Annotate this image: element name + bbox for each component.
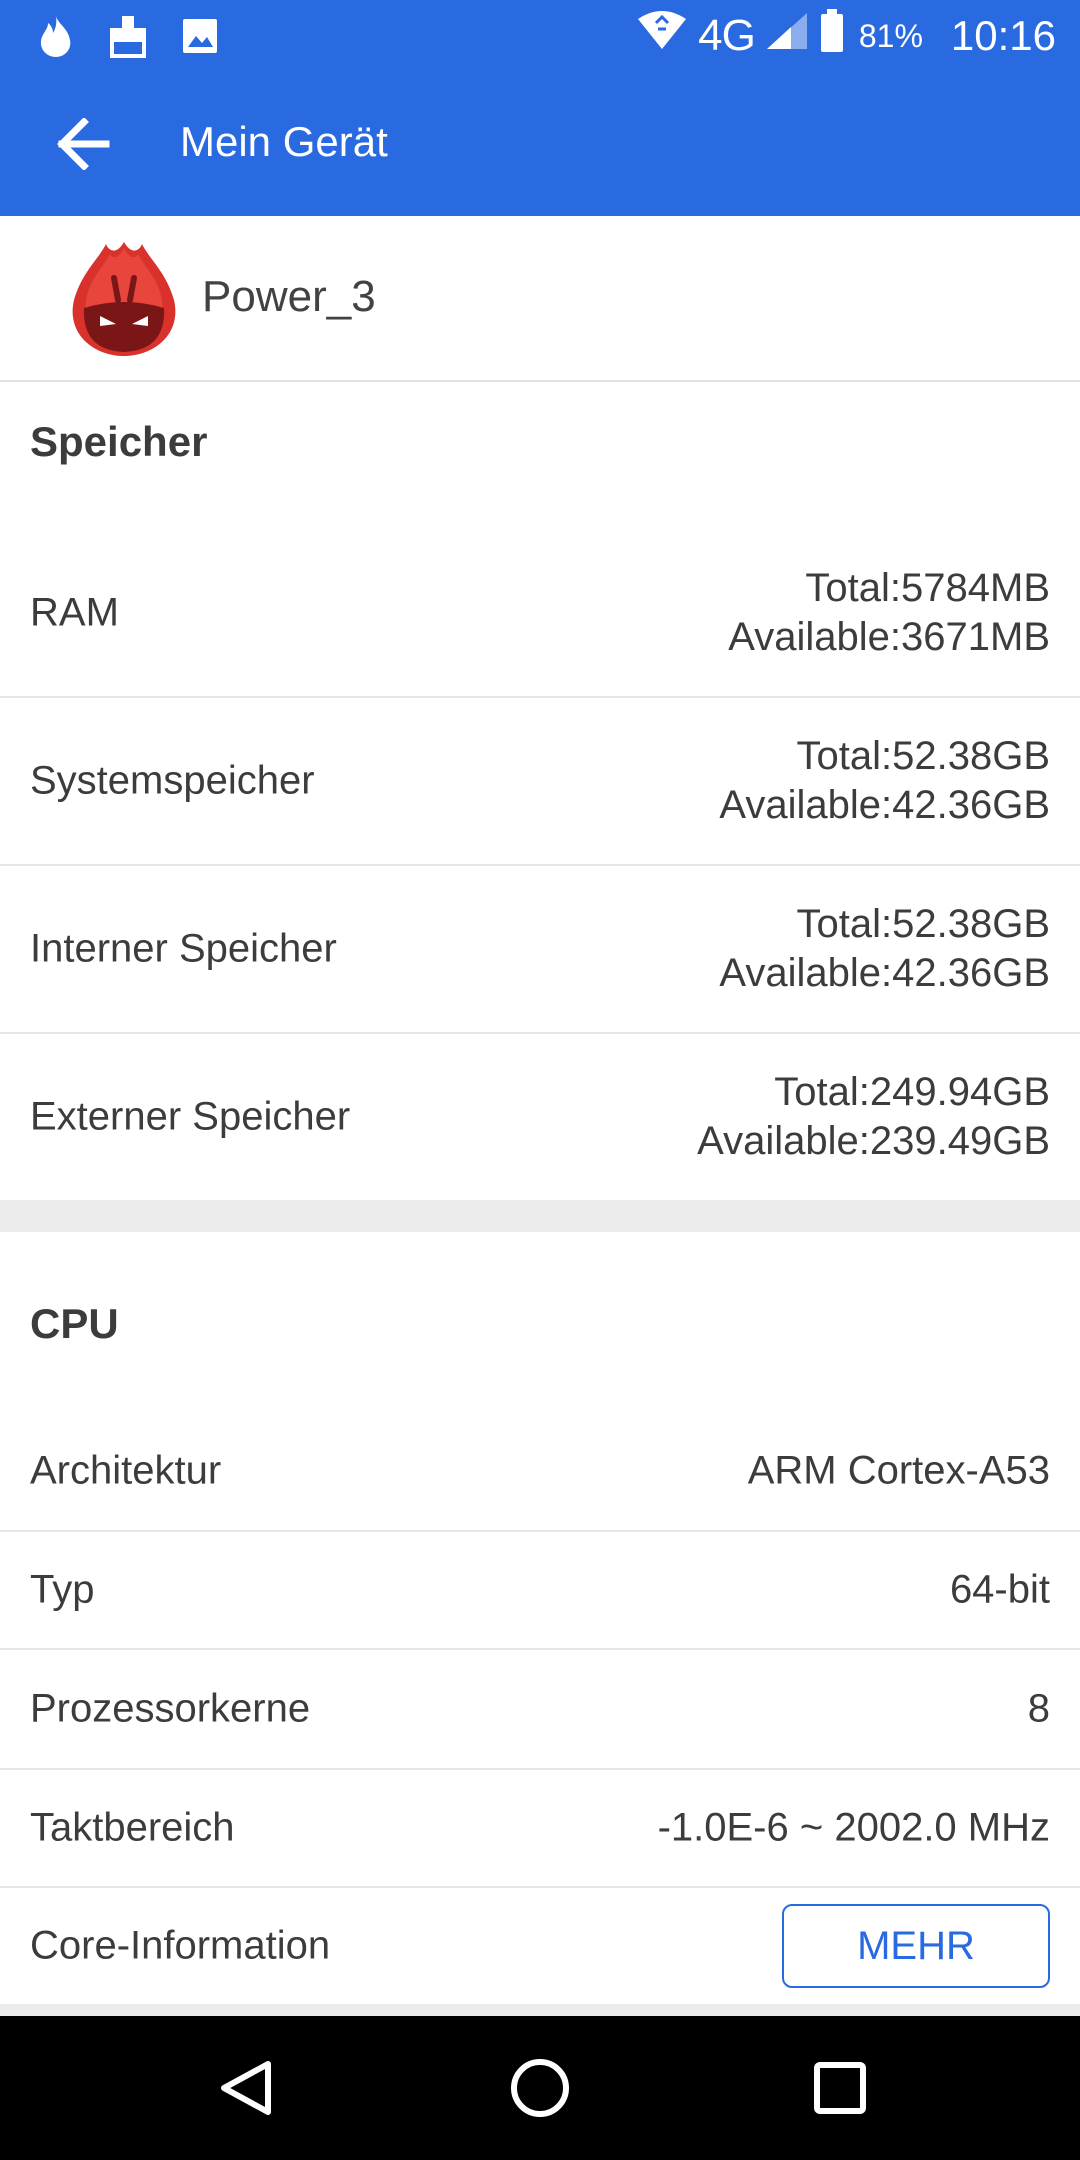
memory-row-internal: Interner Speicher Total:52.38GB Availabl… — [0, 866, 1080, 1034]
navigation-bar — [0, 2016, 1080, 2160]
circle-home-icon — [511, 2059, 569, 2117]
nav-back-button[interactable] — [210, 2052, 282, 2124]
row-label: Externer Speicher — [30, 1094, 351, 1139]
row-value: 64-bit — [949, 1567, 1050, 1612]
bottom-divider — [0, 2004, 1080, 2016]
total-value: Total:52.38GB — [796, 734, 1051, 778]
more-button[interactable]: MEHR — [782, 1904, 1050, 1988]
row-label: Interner Speicher — [30, 926, 337, 971]
section-divider — [0, 1200, 1080, 1232]
available-value: Available:42.36GB — [719, 783, 1050, 827]
battery-icon — [819, 9, 845, 63]
cpu-row-cores: Prozessorkerne 8 — [0, 1650, 1080, 1770]
row-value: Total:249.94GB Available:239.49GB — [697, 1068, 1050, 1166]
cpu-row-clock-range: Taktbereich -1.0E-6 ~ 2002.0 MHz — [0, 1770, 1080, 1888]
row-label: Systemspeicher — [30, 758, 315, 803]
row-value: 8 — [1027, 1686, 1050, 1731]
cpu-row-architecture: Architektur ARM Cortex-A53 — [0, 1412, 1080, 1532]
memory-row-ram: RAM Total:5784MB Available:3671MB — [0, 530, 1080, 698]
fire-notification-icon — [34, 14, 78, 58]
page-title: Mein Gerät — [180, 118, 388, 165]
network-type: 4G — [698, 11, 756, 60]
device-header: Power_3 — [0, 216, 1080, 382]
image-notification-icon — [178, 14, 222, 58]
available-value: Available:3671MB — [728, 615, 1050, 659]
row-label: Taktbereich — [30, 1805, 235, 1850]
nav-home-button[interactable] — [504, 2052, 576, 2124]
wifi-icon — [636, 11, 688, 61]
row-label: Prozessorkerne — [30, 1686, 311, 1731]
antutu-logo-icon — [70, 238, 178, 358]
cpu-row-type: Typ 64-bit — [0, 1532, 1080, 1650]
signal-icon — [765, 11, 809, 61]
battery-percentage: 81% — [858, 17, 923, 54]
clock: 10:16 — [950, 12, 1056, 59]
row-label: Typ — [30, 1567, 95, 1612]
row-label: Core-Information — [30, 1923, 331, 1968]
arrow-left-icon — [57, 118, 110, 170]
square-recents-icon — [814, 2062, 866, 2114]
total-value: Total:52.38GB — [796, 902, 1051, 946]
status-indicators: 4G 81% 10:16 — [636, 8, 1056, 64]
cleaner-notification-icon — [106, 14, 150, 58]
row-label: Architektur — [30, 1448, 222, 1493]
row-value: Total:52.38GB Available:42.36GB — [719, 732, 1050, 830]
section-title-cpu: CPU — [30, 1300, 119, 1347]
device-name: Power_3 — [202, 272, 376, 321]
app-bar: Mein Gerät — [0, 72, 1080, 216]
triangle-back-icon — [221, 2061, 271, 2115]
total-value: Total:249.94GB — [774, 1070, 1050, 1114]
available-value: Available:239.49GB — [697, 1119, 1050, 1163]
row-value: Total:52.38GB Available:42.36GB — [719, 900, 1050, 998]
notification-icons — [34, 14, 222, 58]
row-value: ARM Cortex-A53 — [747, 1448, 1050, 1493]
status-bar: 4G 81% 10:16 — [0, 0, 1080, 72]
cpu-row-core-info: Core-Information MEHR — [0, 1888, 1080, 2004]
memory-row-external: Externer Speicher Total:249.94GB Availab… — [0, 1034, 1080, 1200]
row-label: RAM — [30, 590, 119, 635]
back-button[interactable] — [50, 114, 114, 174]
section-title-memory: Speicher — [30, 418, 208, 465]
memory-row-system: Systemspeicher Total:52.38GB Available:4… — [0, 698, 1080, 866]
nav-recents-button[interactable] — [804, 2052, 876, 2124]
row-value: Total:5784MB Available:3671MB — [728, 564, 1050, 662]
total-value: Total:5784MB — [805, 566, 1050, 610]
row-value: -1.0E-6 ~ 2002.0 MHz — [657, 1805, 1050, 1850]
available-value: Available:42.36GB — [719, 951, 1050, 995]
